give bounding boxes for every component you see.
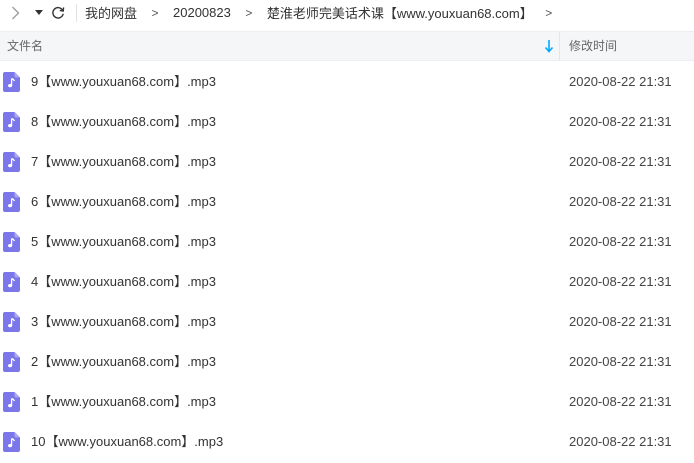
chevron-right-icon[interactable] [8, 3, 22, 23]
file-row[interactable]: 5【www.youxuan68.com】.mp3 2020-08-22 21:3… [0, 222, 694, 262]
audio-file-icon [3, 392, 20, 412]
audio-file-icon [3, 352, 20, 372]
audio-file-icon [3, 272, 20, 292]
file-modified-time: 2020-08-22 21:31 [569, 234, 672, 249]
triangle-down-icon[interactable] [34, 3, 44, 23]
file-modified-time: 2020-08-22 21:31 [569, 114, 672, 129]
file-name[interactable]: 5【www.youxuan68.com】.mp3 [31, 222, 216, 262]
file-modified-time: 2020-08-22 21:31 [569, 194, 672, 209]
file-name[interactable]: 7【www.youxuan68.com】.mp3 [31, 142, 216, 182]
file-name[interactable]: 1【www.youxuan68.com】.mp3 [31, 382, 216, 422]
file-row[interactable]: 2【www.youxuan68.com】.mp3 2020-08-22 21:3… [0, 342, 694, 382]
file-row[interactable]: 10【www.youxuan68.com】.mp3 2020-08-22 21:… [0, 422, 694, 462]
audio-file-icon [3, 152, 20, 172]
file-modified-time: 2020-08-22 21:31 [569, 314, 672, 329]
breadcrumb: 我的网盘 > 20200823 > 楚淮老师完美话术课【www.youxuan6… [85, 3, 559, 22]
breadcrumb-item-root[interactable]: 我的网盘 [85, 3, 137, 22]
audio-file-icon [3, 112, 20, 132]
file-modified-time: 2020-08-22 21:31 [569, 74, 672, 89]
column-header-name[interactable]: 文件名 [7, 32, 43, 60]
audio-file-icon [3, 432, 20, 452]
refresh-icon[interactable] [50, 3, 66, 23]
column-divider[interactable] [559, 32, 560, 60]
breadcrumb-separator[interactable]: > [539, 6, 559, 20]
navigation-bar: 我的网盘 > 20200823 > 楚淮老师完美话术课【www.youxuan6… [0, 0, 694, 25]
file-name[interactable]: 3【www.youxuan68.com】.mp3 [31, 302, 216, 342]
audio-file-icon [3, 72, 20, 92]
file-row[interactable]: 8【www.youxuan68.com】.mp3 2020-08-22 21:3… [0, 102, 694, 142]
breadcrumb-separator: > [245, 5, 253, 20]
file-modified-time: 2020-08-22 21:31 [569, 394, 672, 409]
file-row[interactable]: 9【www.youxuan68.com】.mp3 2020-08-22 21:3… [0, 62, 694, 102]
file-browser-window: 我的网盘 > 20200823 > 楚淮老师完美话术课【www.youxuan6… [0, 0, 694, 463]
audio-file-icon [3, 192, 20, 212]
breadcrumb-item-current[interactable]: 楚淮老师完美话术课【www.youxuan68.com】 [267, 3, 533, 22]
file-row[interactable]: 3【www.youxuan68.com】.mp3 2020-08-22 21:3… [0, 302, 694, 342]
file-modified-time: 2020-08-22 21:31 [569, 154, 672, 169]
sort-down-arrow-icon[interactable] [544, 39, 554, 53]
file-modified-time: 2020-08-22 21:31 [569, 434, 672, 449]
file-row[interactable]: 4【www.youxuan68.com】.mp3 2020-08-22 21:3… [0, 262, 694, 302]
audio-file-icon [3, 232, 20, 252]
breadcrumb-item-folder[interactable]: 20200823 [173, 5, 231, 20]
breadcrumb-separator: > [151, 5, 159, 20]
column-header: 文件名 修改时间 [0, 31, 694, 61]
file-list: 9【www.youxuan68.com】.mp3 2020-08-22 21:3… [0, 62, 694, 462]
file-modified-time: 2020-08-22 21:31 [569, 274, 672, 289]
file-name[interactable]: 9【www.youxuan68.com】.mp3 [31, 62, 216, 102]
file-name[interactable]: 6【www.youxuan68.com】.mp3 [31, 182, 216, 222]
toolbar-divider [76, 3, 77, 22]
file-name[interactable]: 2【www.youxuan68.com】.mp3 [31, 342, 216, 382]
file-modified-time: 2020-08-22 21:31 [569, 354, 672, 369]
file-row[interactable]: 7【www.youxuan68.com】.mp3 2020-08-22 21:3… [0, 142, 694, 182]
file-name[interactable]: 8【www.youxuan68.com】.mp3 [31, 102, 216, 142]
file-row[interactable]: 6【www.youxuan68.com】.mp3 2020-08-22 21:3… [0, 182, 694, 222]
audio-file-icon [3, 312, 20, 332]
file-row[interactable]: 1【www.youxuan68.com】.mp3 2020-08-22 21:3… [0, 382, 694, 422]
column-header-modified-time[interactable]: 修改时间 [569, 32, 617, 60]
file-name[interactable]: 4【www.youxuan68.com】.mp3 [31, 262, 216, 302]
file-name[interactable]: 10【www.youxuan68.com】.mp3 [31, 422, 223, 462]
